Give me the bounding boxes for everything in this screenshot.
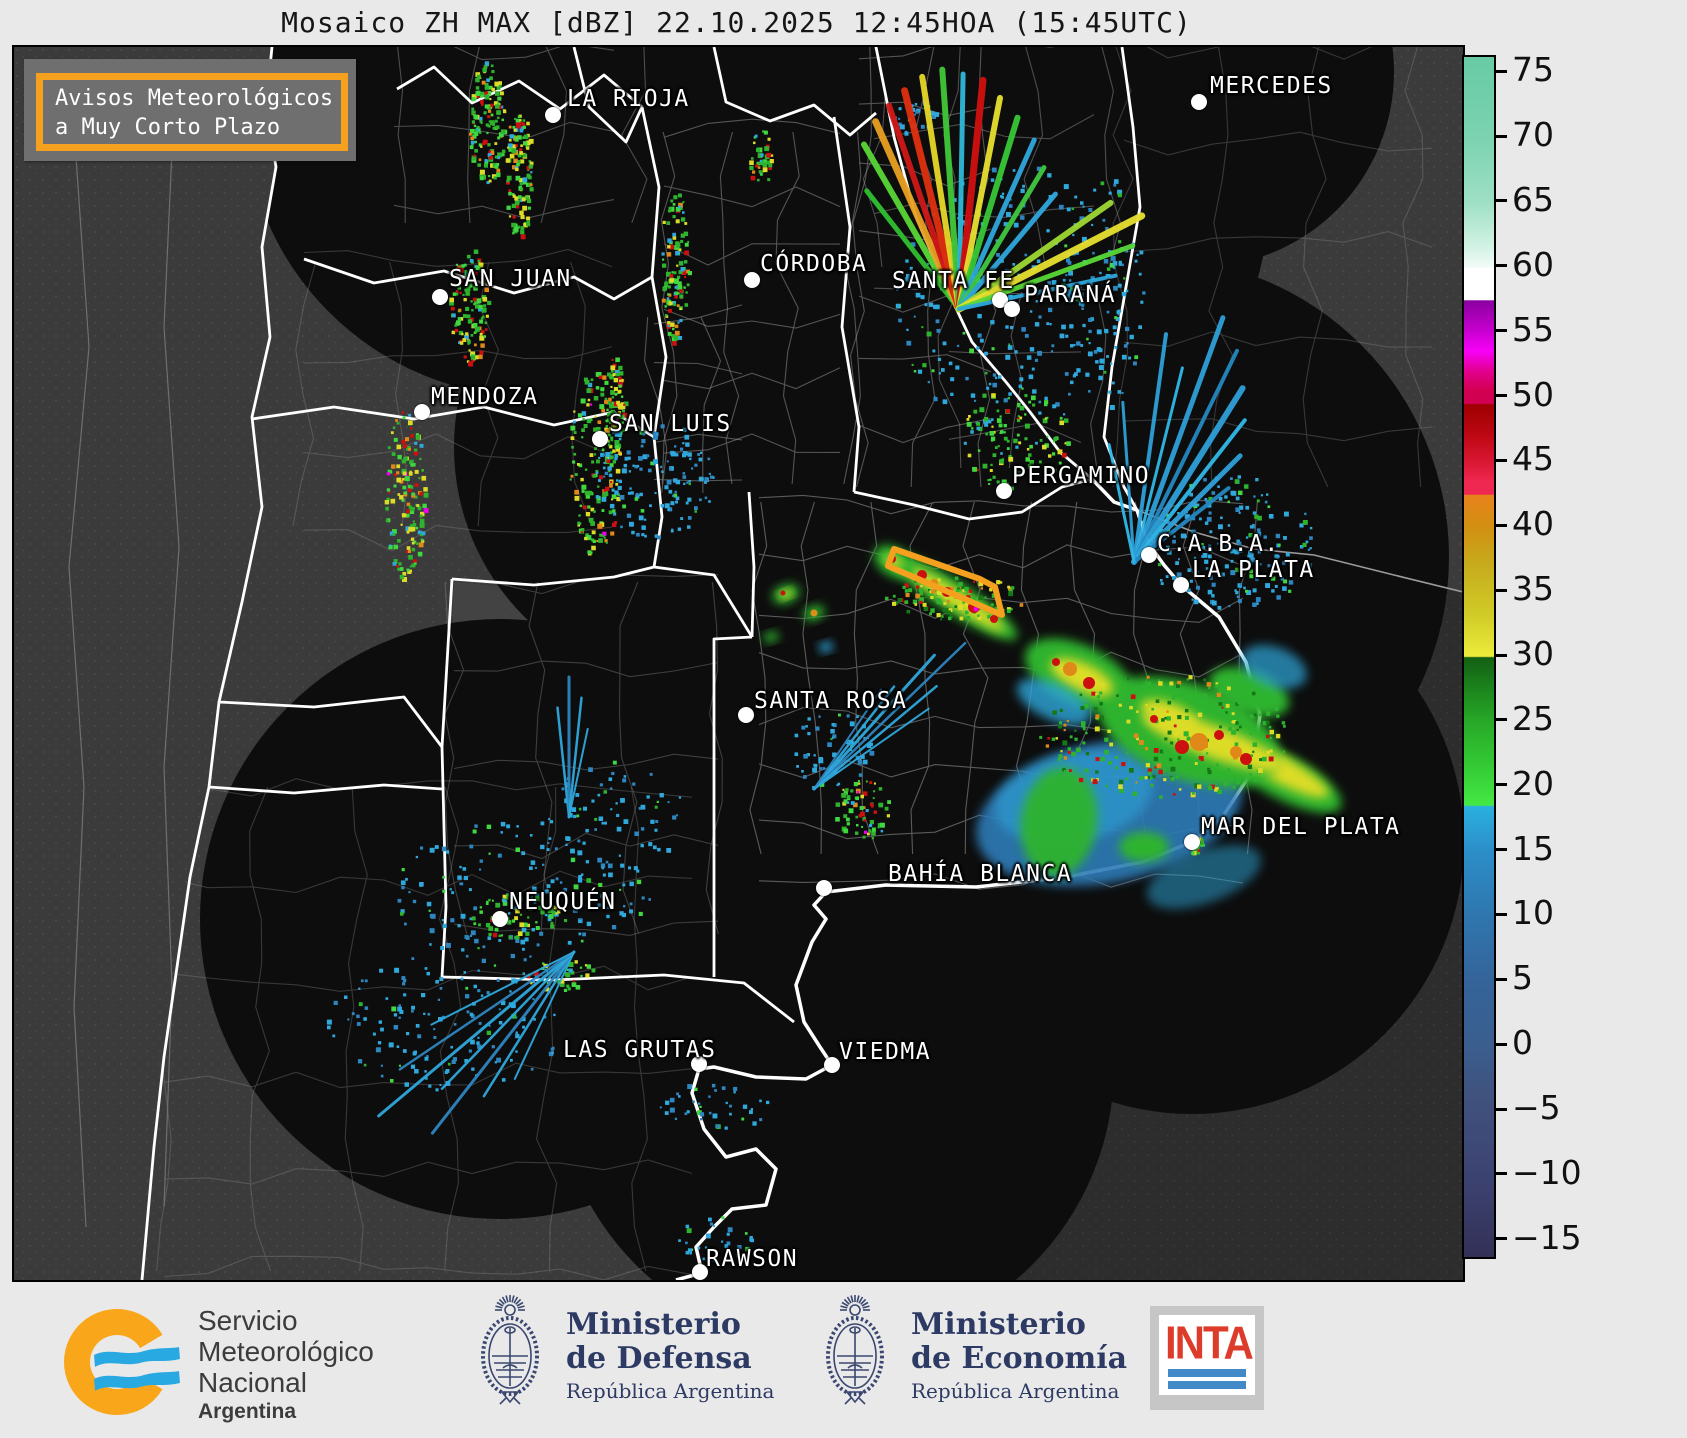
colorbar-tick — [1496, 978, 1507, 981]
colorbar-tick-label: 75 — [1512, 50, 1602, 89]
colorbar-tick-label: 45 — [1512, 439, 1602, 478]
colorbar-tick-label: 40 — [1512, 504, 1602, 543]
defensa-subtitle: República Argentina — [566, 1376, 774, 1406]
map-title: Mosaico ZH MAX [dBZ] 22.10.2025 12:45HOA… — [12, 6, 1461, 39]
colorbar-tick-label: −15 — [1512, 1218, 1602, 1257]
colorbar-tick — [1496, 1043, 1507, 1046]
smn-line2: Meteorológico — [198, 1336, 374, 1367]
defensa-text: Ministerio de Defensa República Argentin… — [566, 1292, 774, 1406]
colorbar-tick-label: 5 — [1512, 958, 1602, 997]
colorbar-tick — [1496, 654, 1507, 657]
smn-logo-icon — [60, 1305, 184, 1421]
colorbar-tick-label: 0 — [1512, 1023, 1602, 1062]
colorbar-tick-label: 25 — [1512, 699, 1602, 738]
colorbar-tick-label: 70 — [1512, 115, 1602, 154]
colorbar-tick — [1496, 394, 1507, 397]
colorbar-tick — [1496, 135, 1507, 138]
economia-title2: de Economía — [911, 1342, 1127, 1376]
economia-subtitle: República Argentina — [911, 1376, 1127, 1406]
radar-mosaic-screen: Mosaico ZH MAX [dBZ] 22.10.2025 12:45HOA… — [0, 0, 1687, 1438]
colorbar-tick-label: −10 — [1512, 1153, 1602, 1192]
colorbar-tick — [1496, 718, 1507, 721]
defensa-title1: Ministerio — [566, 1308, 774, 1342]
dbz-colorbar — [1462, 55, 1496, 1259]
colorbar-tick-label: 55 — [1512, 310, 1602, 349]
smn-line1: Servicio — [198, 1305, 374, 1336]
colorbar-tick — [1496, 70, 1507, 73]
colorbar-tick-label: 20 — [1512, 764, 1602, 803]
colorbar-tick — [1496, 199, 1507, 202]
colorbar-tick — [1496, 329, 1507, 332]
smn-line4: Argentina — [198, 1398, 374, 1426]
colorbar-tick-label: 65 — [1512, 180, 1602, 219]
radar-map: LA RIOJAMERCEDESSAN JUANCÓRDOBASANTA FEP… — [12, 45, 1465, 1282]
colorbar-tick-label: 30 — [1512, 634, 1602, 673]
defensa-title2: de Defensa — [566, 1342, 774, 1376]
warning-line2: a Muy Corto Plazo — [55, 113, 341, 142]
inta-bar-top — [1168, 1369, 1246, 1377]
smn-logo-group[interactable]: Servicio Meteorológico Nacional Argentin… — [60, 1305, 374, 1426]
coat-of-arms-icon — [470, 1292, 550, 1412]
colorbar-tick — [1496, 1172, 1507, 1175]
colorbar-tick-label: 15 — [1512, 829, 1602, 868]
inta-bar-bottom — [1168, 1381, 1246, 1389]
colorbar-tick-label: −5 — [1512, 1088, 1602, 1127]
inta-logo-group[interactable]: INTA — [1150, 1306, 1264, 1410]
inta-logo-box: INTA — [1150, 1306, 1264, 1410]
smn-line3: Nacional — [198, 1367, 374, 1398]
colorbar-tick-label: 60 — [1512, 245, 1602, 284]
colorbar-tick — [1496, 589, 1507, 592]
economia-title1: Ministerio — [911, 1308, 1127, 1342]
warning-banner-frame: Avisos Meteorológicos a Muy Corto Plazo — [36, 73, 348, 151]
colorbar-tick-label: 35 — [1512, 569, 1602, 608]
economia-logo-group[interactable]: Ministerio de Economía República Argenti… — [815, 1292, 1127, 1412]
colorbar-tick — [1496, 913, 1507, 916]
footer-logos: Servicio Meteorológico Nacional Argentin… — [0, 1278, 1687, 1438]
colorbar-tick — [1496, 848, 1507, 851]
smn-logo-text: Servicio Meteorológico Nacional Argentin… — [198, 1305, 374, 1426]
colorbar-tick — [1496, 1237, 1507, 1240]
defensa-logo-group[interactable]: Ministerio de Defensa República Argentin… — [470, 1292, 774, 1412]
inta-label: INTA — [1165, 1319, 1249, 1367]
colorbar-tick — [1496, 524, 1507, 527]
map-graphics — [14, 47, 1463, 1280]
economia-text: Ministerio de Economía República Argenti… — [911, 1292, 1127, 1406]
colorbar-tick-label: 50 — [1512, 375, 1602, 414]
colorbar-tick — [1496, 264, 1507, 267]
warning-line1: Avisos Meteorológicos — [55, 84, 341, 113]
colorbar-tick — [1496, 459, 1507, 462]
warning-banner[interactable]: Avisos Meteorológicos a Muy Corto Plazo — [24, 59, 356, 161]
coat-of-arms-icon — [815, 1292, 895, 1412]
colorbar-tick — [1496, 1108, 1507, 1111]
colorbar-tick — [1496, 783, 1507, 786]
colorbar-tick-label: 10 — [1512, 893, 1602, 932]
